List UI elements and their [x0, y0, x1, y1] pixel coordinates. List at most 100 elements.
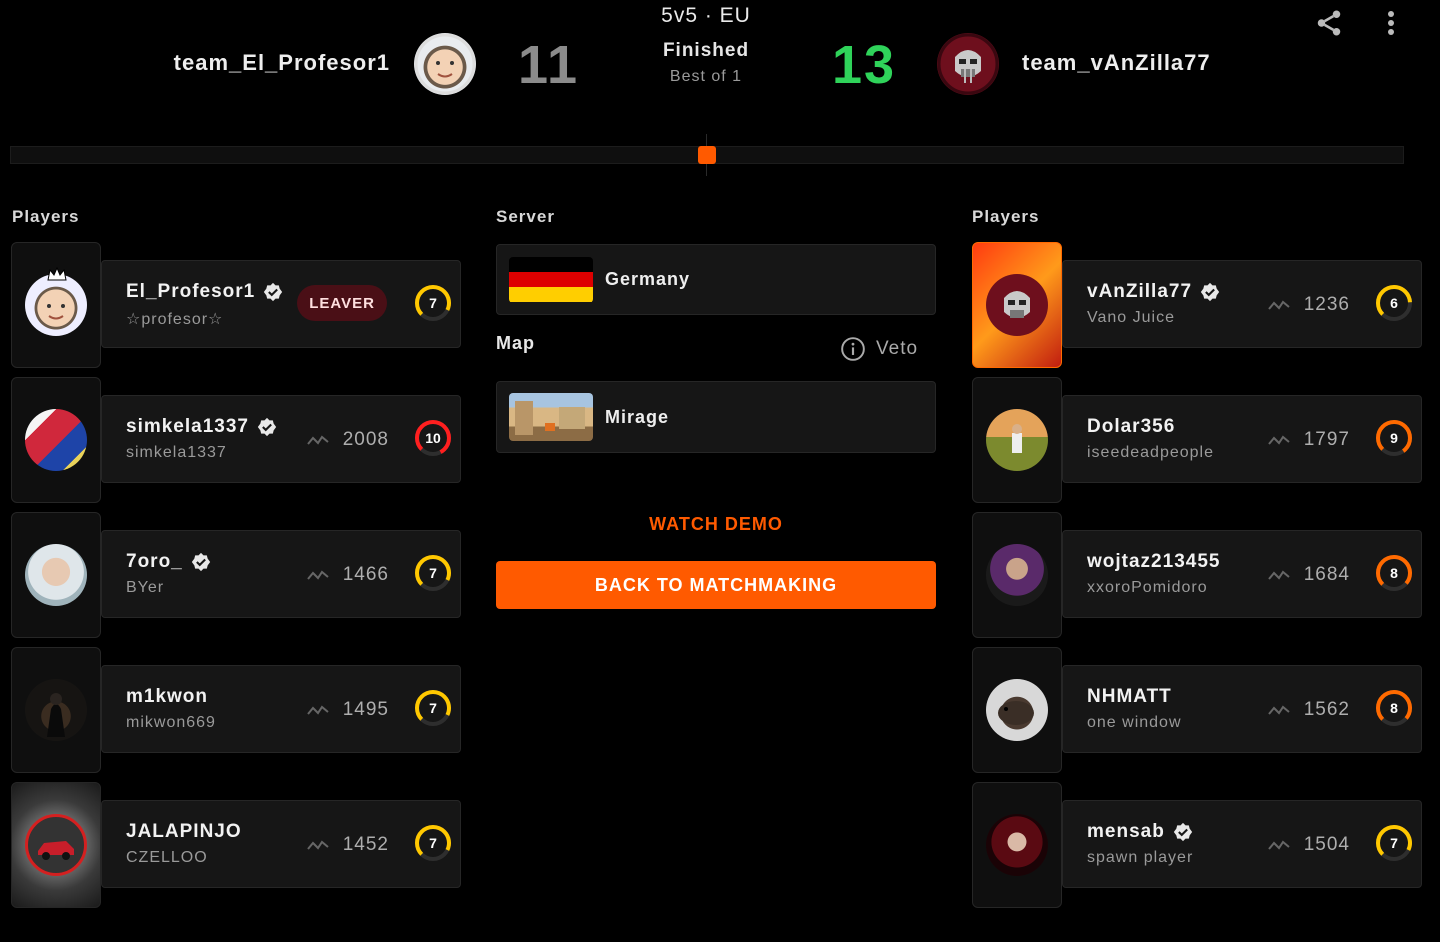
player-elo: 1504 [1267, 834, 1350, 856]
veto-label[interactable]: Veto [876, 338, 918, 360]
player-nickname: BYer [126, 579, 165, 596]
player-name[interactable]: vAnZilla77 [1087, 281, 1192, 303]
player-card-body[interactable] [101, 395, 461, 483]
skill-level: 8 [1390, 700, 1398, 716]
share-icon[interactable] [1312, 6, 1346, 40]
elo-value: 1466 [342, 564, 389, 585]
right-team-name[interactable]: team_vAnZilla77 [1022, 50, 1211, 76]
left-team-avatar[interactable] [414, 33, 476, 95]
player-card[interactable]: JALAPINJO CZELLOO 1452 7 [11, 782, 461, 910]
player-name[interactable]: NHMATT [1087, 686, 1172, 708]
elo-trend-icon [1267, 300, 1290, 310]
elo-value: 1495 [342, 699, 389, 720]
player-card-body[interactable] [1062, 260, 1422, 348]
player-nickname: CZELLOO [126, 849, 208, 866]
player-name-row[interactable]: El_Profesor1 [126, 281, 283, 303]
player-card[interactable]: El_Profesor1 ☆profesor☆ LEAVER 7 [11, 242, 461, 370]
player-name-row[interactable]: wojtaz213455 [1087, 551, 1220, 573]
player-elo: 1236 [1267, 294, 1350, 316]
skill-level-badge: 7 [413, 823, 453, 863]
avatar[interactable] [986, 544, 1048, 606]
leaver-badge: LEAVER [297, 285, 387, 321]
player-name-row[interactable]: m1kwon [126, 686, 208, 708]
player-name[interactable]: m1kwon [126, 686, 208, 708]
player-card[interactable]: mensab spawn player 1504 7 [972, 782, 1422, 910]
elo-trend-icon [306, 705, 329, 715]
player-card[interactable]: 7oro_ BYer 1466 7 [11, 512, 461, 640]
avatar[interactable] [25, 679, 87, 741]
avatar[interactable] [986, 274, 1048, 336]
elo-value: 1684 [1303, 564, 1350, 585]
player-nickname: simkela1337 [126, 444, 227, 461]
more-vertical-icon[interactable] [1374, 6, 1408, 40]
skill-level-badge: 10 [413, 418, 453, 458]
veto-button[interactable]: Veto [840, 336, 918, 362]
player-avatar-frame [11, 377, 101, 503]
player-name[interactable]: Dolar356 [1087, 416, 1175, 438]
right-players-title: Players [972, 207, 1040, 226]
elo-value: 1236 [1303, 294, 1350, 315]
player-card-body[interactable] [101, 530, 461, 618]
player-card[interactable]: NHMATT one window 1562 8 [972, 647, 1422, 775]
player-avatar-frame [972, 242, 1062, 368]
avatar[interactable] [986, 679, 1048, 741]
player-elo: 1452 [306, 834, 389, 856]
player-name[interactable]: mensab [1087, 821, 1165, 843]
skill-level: 7 [1390, 835, 1398, 851]
elo-trend-icon [1267, 435, 1290, 445]
left-team-score: 11 [518, 35, 580, 95]
player-elo: 1466 [306, 564, 389, 586]
player-card[interactable]: vAnZilla77 Vano Juice 1236 6 [972, 242, 1422, 370]
right-team-avatar[interactable] [937, 33, 999, 95]
timeline-marker[interactable] [698, 146, 716, 164]
player-name[interactable]: JALAPINJO [126, 821, 242, 843]
avatar[interactable] [986, 814, 1048, 876]
avatar[interactable] [986, 409, 1048, 471]
player-card-body[interactable] [101, 800, 461, 888]
player-name-row[interactable]: 7oro_ [126, 551, 211, 573]
skill-level: 8 [1390, 565, 1398, 581]
avatar[interactable] [25, 274, 87, 336]
elo-trend-icon [306, 435, 329, 445]
skill-level: 7 [429, 295, 437, 311]
player-name[interactable]: simkela1337 [126, 416, 249, 438]
player-card-body[interactable] [1062, 395, 1422, 483]
player-name-row[interactable]: NHMATT [1087, 686, 1172, 708]
elo-value: 1797 [1303, 429, 1350, 450]
player-avatar-frame [11, 242, 101, 368]
skill-level: 10 [425, 430, 441, 446]
skill-level-badge: 8 [1374, 688, 1414, 728]
player-card[interactable]: Dolar356 iseedeadpeople 1797 9 [972, 377, 1422, 505]
player-card-body[interactable] [1062, 800, 1422, 888]
skill-level-badge: 9 [1374, 418, 1414, 458]
avatar[interactable] [25, 544, 87, 606]
player-name[interactable]: wojtaz213455 [1087, 551, 1220, 573]
player-name[interactable]: 7oro_ [126, 551, 183, 573]
back-to-matchmaking-button[interactable]: BACK TO MATCHMAKING [496, 561, 936, 609]
avatar[interactable] [25, 409, 87, 471]
player-name-row[interactable]: Dolar356 [1087, 416, 1175, 438]
watch-demo-link[interactable]: WATCH DEMO [496, 514, 936, 535]
player-card-body[interactable] [101, 665, 461, 753]
player-name[interactable]: El_Profesor1 [126, 281, 255, 303]
server-panel: Germany [496, 244, 936, 315]
player-name-row[interactable]: JALAPINJO [126, 821, 242, 843]
player-name-row[interactable]: mensab [1087, 821, 1193, 843]
player-card-body[interactable] [1062, 665, 1422, 753]
right-team-score: 13 [832, 35, 897, 95]
player-card[interactable]: wojtaz213455 xxoroPomidoro 1684 8 [972, 512, 1422, 640]
server-label: Server [496, 207, 555, 226]
avatar[interactable] [25, 814, 87, 876]
player-name-row[interactable]: simkela1337 [126, 416, 277, 438]
player-name-row[interactable]: vAnZilla77 [1087, 281, 1220, 303]
crown-icon [47, 267, 67, 281]
player-nickname: Vano Juice [1087, 309, 1175, 326]
player-card-body[interactable] [101, 260, 461, 348]
skill-level-badge: 7 [1374, 823, 1414, 863]
match-format: Best of 1 [669, 68, 743, 85]
player-card[interactable]: m1kwon mikwon669 1495 7 [11, 647, 461, 775]
elo-value: 1452 [342, 834, 389, 855]
player-card-body[interactable] [1062, 530, 1422, 618]
left-team-name[interactable]: team_El_Profesor1 [174, 50, 390, 76]
player-card[interactable]: simkela1337 simkela1337 2008 10 [11, 377, 461, 505]
